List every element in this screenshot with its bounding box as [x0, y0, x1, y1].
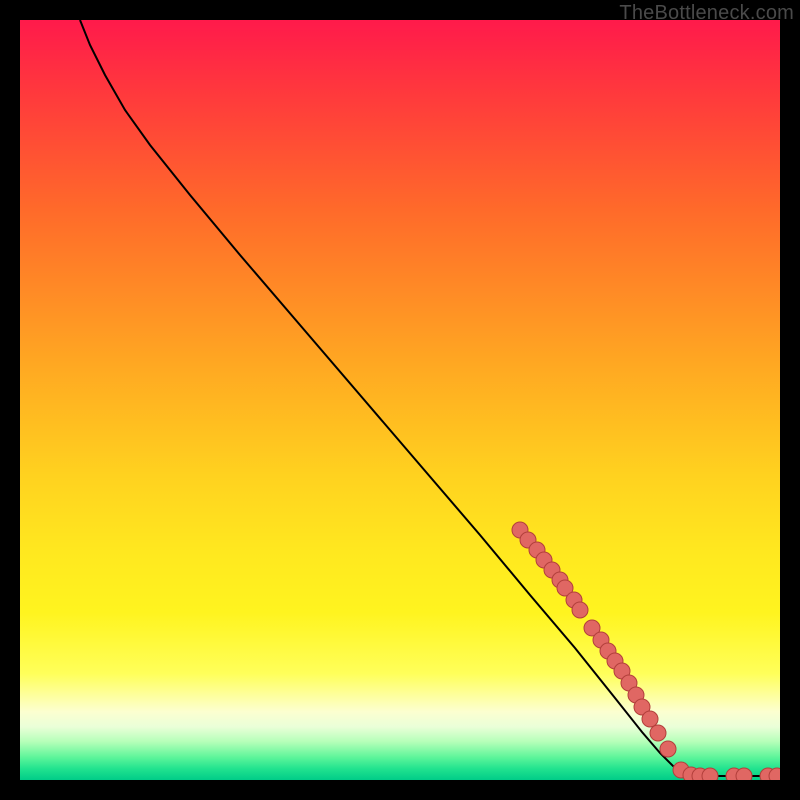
background-gradient	[20, 20, 780, 780]
watermark-text: TheBottleneck.com	[619, 2, 794, 25]
chart-frame	[20, 20, 780, 780]
